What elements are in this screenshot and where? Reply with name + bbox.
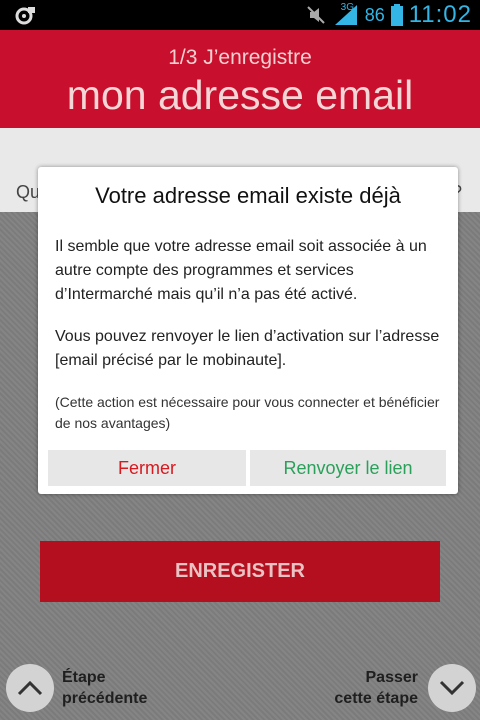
resend-link-button[interactable]: Renvoyer le lien [250, 450, 446, 486]
register-button[interactable]: ENREGISTER [40, 541, 440, 602]
notification-icon [15, 7, 35, 25]
step-indicator: 1/3 J’enregistre [168, 46, 312, 69]
page-header: 1/3 J’enregistre mon adresse email [0, 30, 480, 128]
skip-step-label[interactable]: Passer cette étape [334, 667, 418, 709]
chevron-up-icon [17, 680, 43, 696]
dialog-message: Il semble que votre adresse email soit a… [55, 238, 427, 303]
previous-step-line1: Étape [62, 669, 106, 686]
question-text-start: Qu [16, 182, 41, 202]
previous-step-line2: précédente [62, 690, 148, 707]
chevron-down-icon [439, 680, 465, 696]
clock: 11:02 [408, 1, 472, 28]
skip-step-line1: Passer [365, 669, 419, 686]
close-button[interactable]: Fermer [48, 450, 246, 486]
battery-icon [390, 4, 403, 26]
dialog-resend-info: Vous pouvez renvoyer le lien d’activatio… [55, 328, 440, 369]
battery-level: 86 [364, 4, 385, 25]
previous-step-label[interactable]: Étape précédente [62, 667, 147, 709]
dialog-note: (Cette action est nécessaire pour vous c… [55, 394, 440, 431]
page-title: mon adresse email [66, 72, 414, 118]
status-bar: 3G 86 11:02 [0, 0, 480, 30]
signal-icon [334, 5, 357, 25]
previous-step-button[interactable] [6, 664, 54, 712]
mute-icon [306, 6, 325, 24]
skip-step-line2: cette étape [334, 690, 418, 707]
email-exists-dialog: Votre adresse email existe déjà Il sembl… [38, 167, 458, 494]
skip-step-button[interactable] [428, 664, 476, 712]
dialog-title: Votre adresse email existe déjà [95, 183, 401, 208]
